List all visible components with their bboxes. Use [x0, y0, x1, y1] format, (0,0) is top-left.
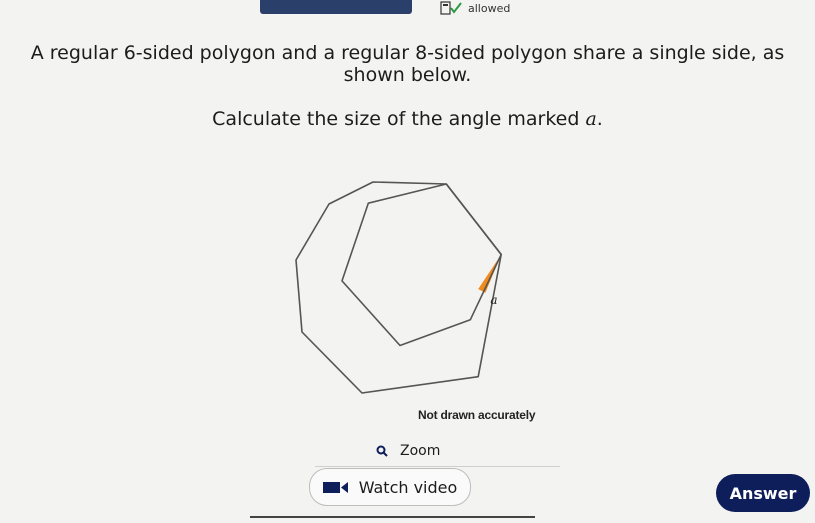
zoom-label: Zoom	[400, 443, 441, 459]
watch-video-button[interactable]: Watch video	[309, 468, 471, 506]
calculator-allowed-label: allowed	[468, 1, 511, 15]
instruction-end: .	[596, 108, 603, 130]
hexagon-shape	[341, 183, 502, 347]
answer-button[interactable]: Answer	[716, 474, 810, 512]
octagon-shape	[295, 181, 502, 394]
question-text-line2: shown below.	[343, 64, 472, 86]
watch-video-label: Watch video	[358, 477, 458, 497]
search-icon	[376, 445, 388, 457]
divider	[315, 466, 560, 467]
question-text-line1: A regular 6-sided polygon and a regular …	[30, 42, 785, 64]
figure-caption: Not drawn accurately	[418, 408, 536, 422]
question-instruction: Calculate the size of the angle marked a…	[0, 108, 815, 130]
video-icon	[322, 481, 348, 493]
calculator-check-icon	[440, 1, 462, 15]
top-progress-bar	[260, 0, 412, 14]
instruction-text: Calculate the size of the angle marked	[212, 108, 586, 130]
polygon-diagram: a	[295, 181, 502, 394]
angle-label: a	[490, 293, 497, 307]
zoom-button[interactable]: Zoom	[376, 443, 440, 459]
calculator-status: allowed	[440, 1, 510, 15]
angle-variable: a	[585, 108, 597, 130]
bottom-edge-line	[250, 516, 535, 518]
